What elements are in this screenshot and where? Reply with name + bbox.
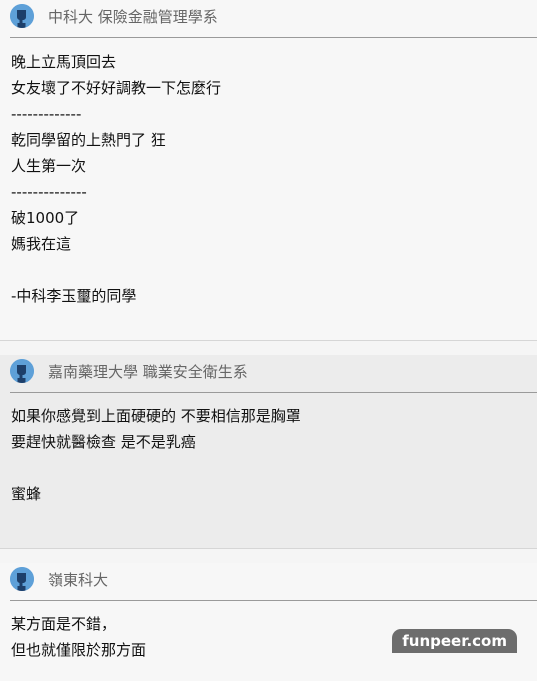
comment-line: 如果你感覺到上面硬硬的 不要相信那是胸罩 (11, 407, 301, 425)
comment-header: 嘉南藥理大學 職業安全衛生系 (10, 355, 537, 393)
comment-line (11, 455, 537, 481)
comment-line: 晚上立馬頂回去 (11, 53, 117, 71)
comment-header: 中科大 保險金融管理學系 (10, 0, 537, 38)
comment-line: 破1000了 (11, 209, 80, 227)
comment-line: 蜜蜂 (11, 485, 42, 503)
comment-line: 女友壞了不好好調教一下怎麼行 (11, 79, 222, 97)
comment-line (11, 257, 537, 283)
school-name[interactable]: 嶺東科大 (48, 571, 108, 589)
comment-header: 嶺東科大 (10, 563, 537, 601)
comment-line: 乾同學留的上熱門了 狂 (11, 131, 166, 149)
comment-line: 要趕快就醫檢查 是不是乳癌 (11, 433, 196, 451)
comment-body: 晚上立馬頂回去 女友壞了不好好調教一下怎麼行 ------------- 乾同學… (0, 38, 537, 309)
anonymous-user-icon[interactable] (10, 4, 34, 28)
comment-card: 中科大 保險金融管理學系 晚上立馬頂回去 女友壞了不好好調教一下怎麼行 ----… (0, 0, 537, 341)
school-name[interactable]: 中科大 保險金融管理學系 (48, 8, 218, 26)
comment-body: 如果你感覺到上面硬硬的 不要相信那是胸罩 要趕快就醫檢查 是不是乳癌 蜜蜂 (0, 393, 537, 507)
comment-card: 嶺東科大 某方面是不錯， 但也就僅限於那方面 (0, 563, 537, 681)
comment-line: -------------- (11, 183, 87, 201)
comment-card: 嘉南藥理大學 職業安全衛生系 如果你感覺到上面硬硬的 不要相信那是胸罩 要趕快就… (0, 355, 537, 549)
watermark: funpeer.com (392, 629, 517, 653)
comment-line: 人生第一次 (11, 157, 87, 175)
comment-line: 媽我在這 (11, 235, 72, 253)
school-name[interactable]: 嘉南藥理大學 職業安全衛生系 (48, 363, 248, 381)
anonymous-user-icon[interactable] (10, 359, 34, 383)
comment-line: -中科李玉璽的同學 (11, 287, 137, 305)
anonymous-user-icon[interactable] (10, 567, 34, 591)
comment-line: ------------- (11, 105, 82, 123)
